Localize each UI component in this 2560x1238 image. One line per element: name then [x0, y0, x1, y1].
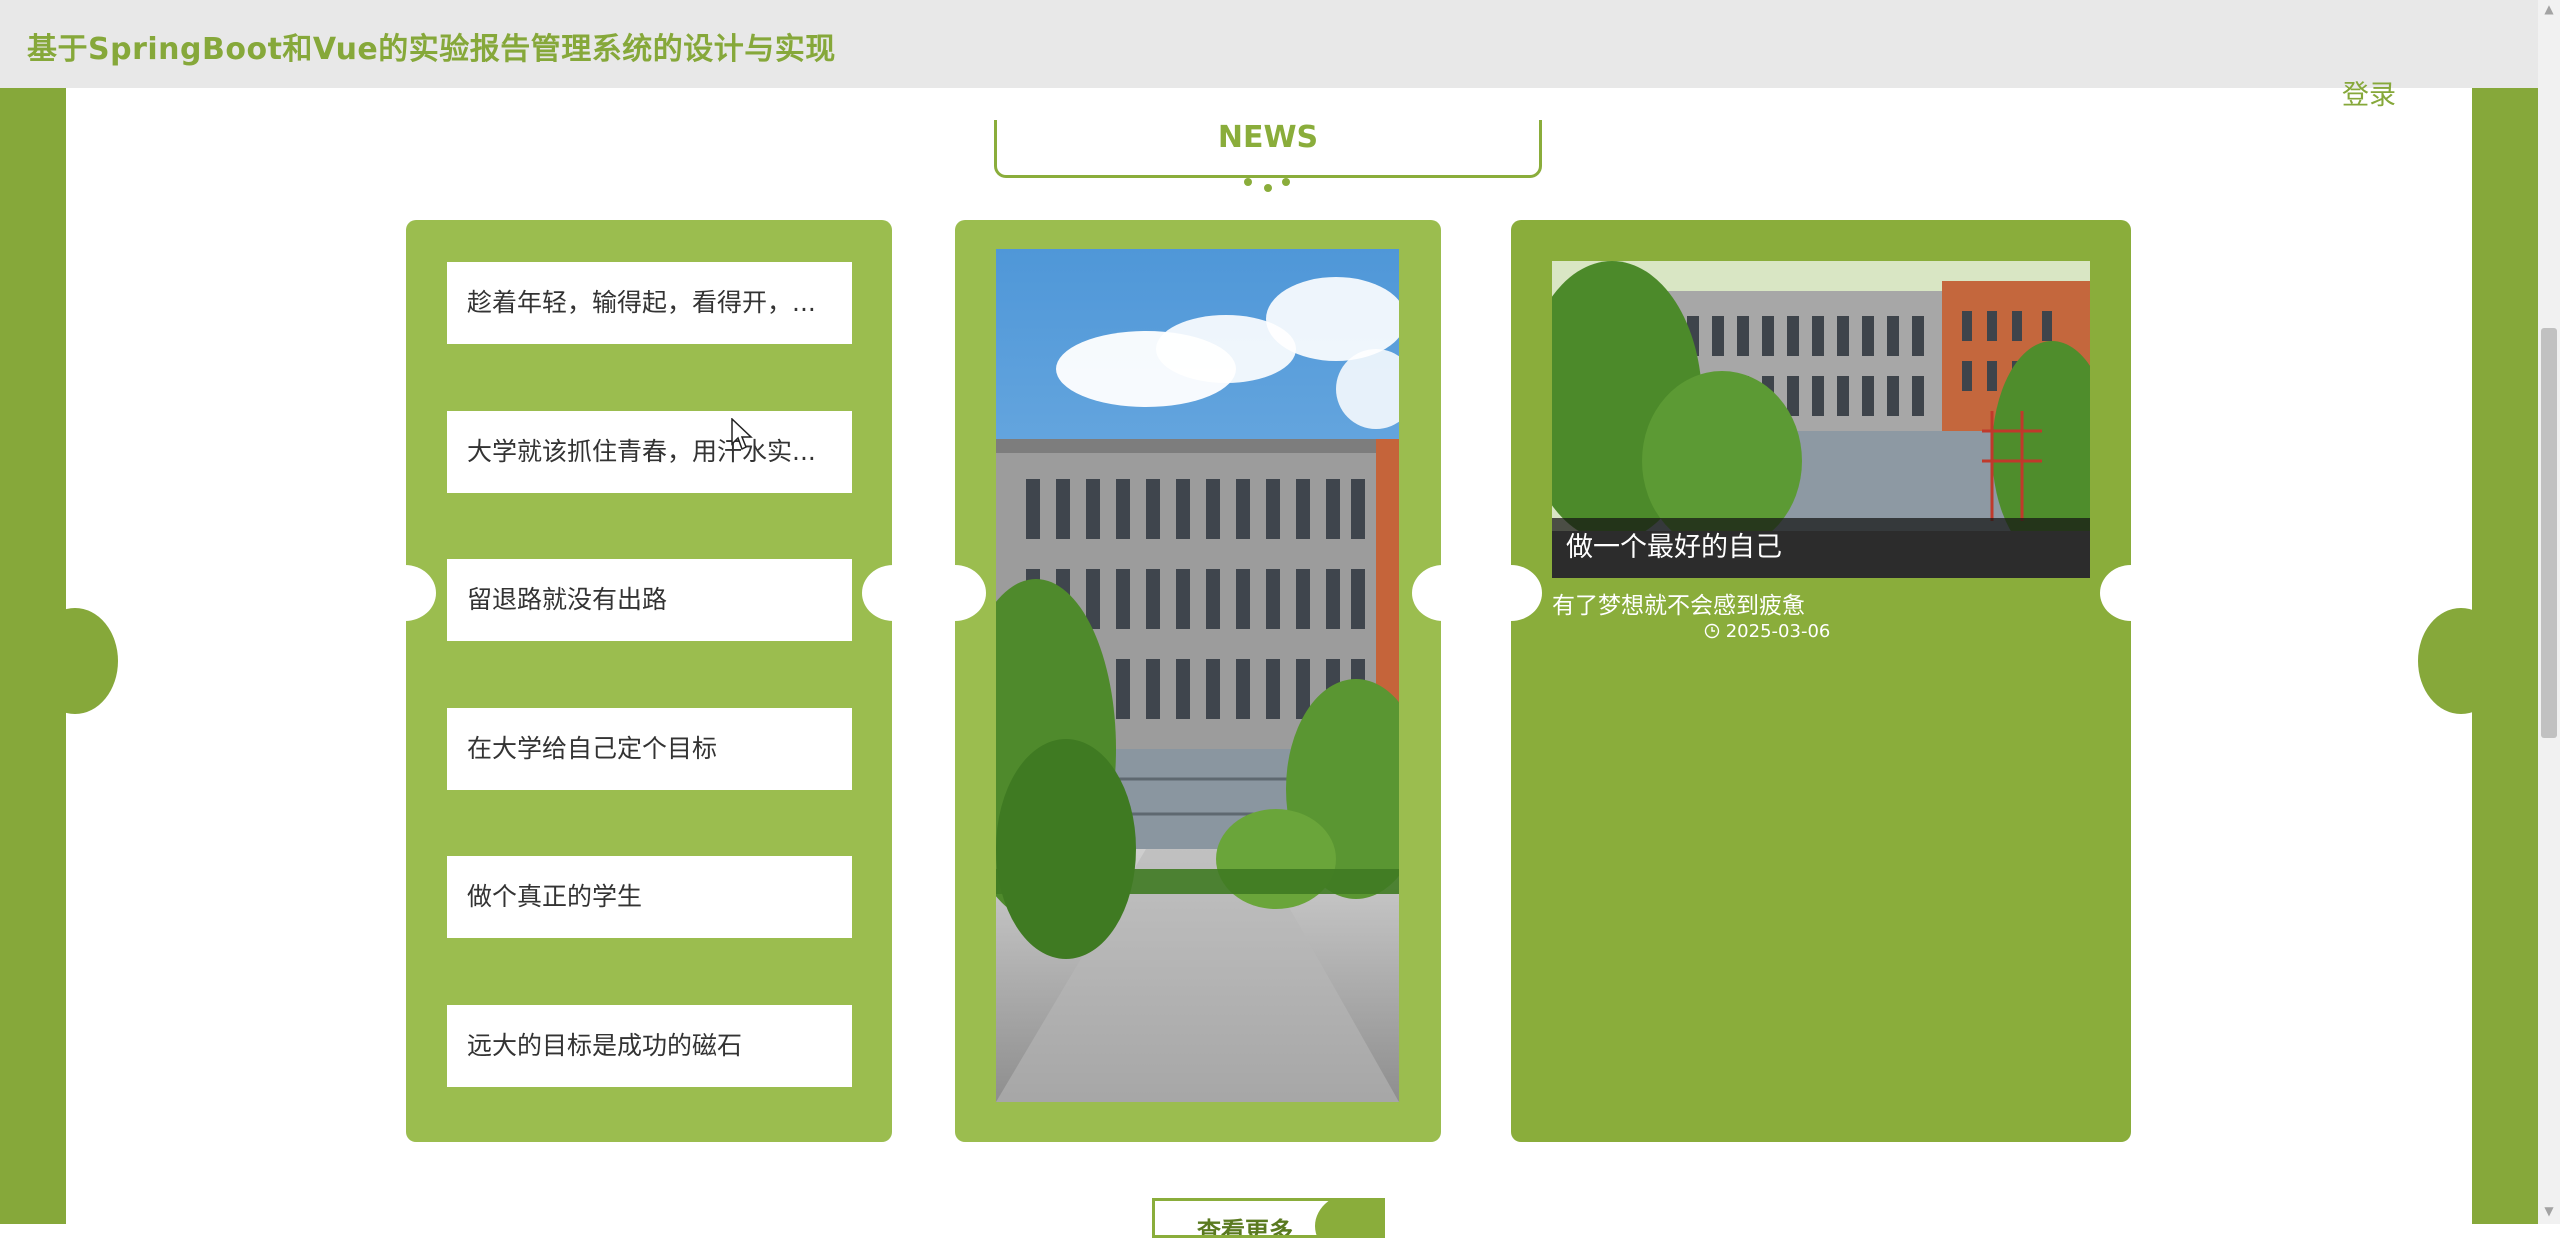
news-title-dots [1244, 174, 1294, 194]
clock-icon [1704, 621, 1726, 642]
right-side-notch [2418, 608, 2504, 714]
scroll-up-icon[interactable]: ▲ [2541, 2, 2557, 20]
scroll-down-icon[interactable]: ▼ [2541, 1204, 2557, 1222]
scrollbar-thumb[interactable] [2541, 328, 2557, 738]
panel-cutout [374, 565, 436, 621]
news-list-item[interactable]: 远大的目标是成功的磁石 [447, 1005, 852, 1087]
panel-cutout [1412, 565, 1474, 621]
news-section-title: NEWS [1217, 120, 1319, 155]
login-link[interactable]: 登录 [2342, 73, 2396, 112]
news-list-item[interactable]: 在大学给自己定个目标 [447, 708, 852, 790]
more-news-label: 查看更多 [1197, 1217, 1293, 1238]
panel-cutout [2100, 565, 2162, 621]
mouse-cursor-icon [731, 417, 755, 456]
site-title: 基于SpringBoot和Vue的实验报告管理系统的设计与实现 [27, 32, 836, 67]
news-list-item[interactable]: 留退路就没有出路 [447, 559, 852, 641]
featured-news-date-text: 2025-03-06 [1725, 621, 1831, 642]
more-button-cap [1315, 1201, 1382, 1235]
featured-news-title[interactable]: 做一个最好的自己 [1552, 518, 2090, 578]
panel-cutout [1480, 565, 1542, 621]
news-list-item[interactable]: 做个真正的学生 [447, 856, 852, 938]
news-list-panel [406, 220, 892, 1142]
featured-news-description: 有了梦想就不会感到疲惫 [1552, 593, 1805, 619]
more-news-button[interactable]: 查看更多 [1152, 1198, 1385, 1238]
featured-news-date: 2025-03-06 [1704, 621, 1830, 642]
panel-cutout [924, 565, 986, 621]
panel-cutout [862, 565, 924, 621]
left-side-notch [32, 608, 118, 714]
top-header: 基于SpringBoot和Vue的实验报告管理系统的设计与实现 [0, 0, 2538, 88]
news-list-item[interactable]: 趁着年轻，输得起，看得开，... [447, 262, 852, 344]
news-list-item[interactable]: 大学就该抓住青春，用汗水实... [447, 411, 852, 493]
campus-photo-tall[interactable] [996, 249, 1399, 1102]
